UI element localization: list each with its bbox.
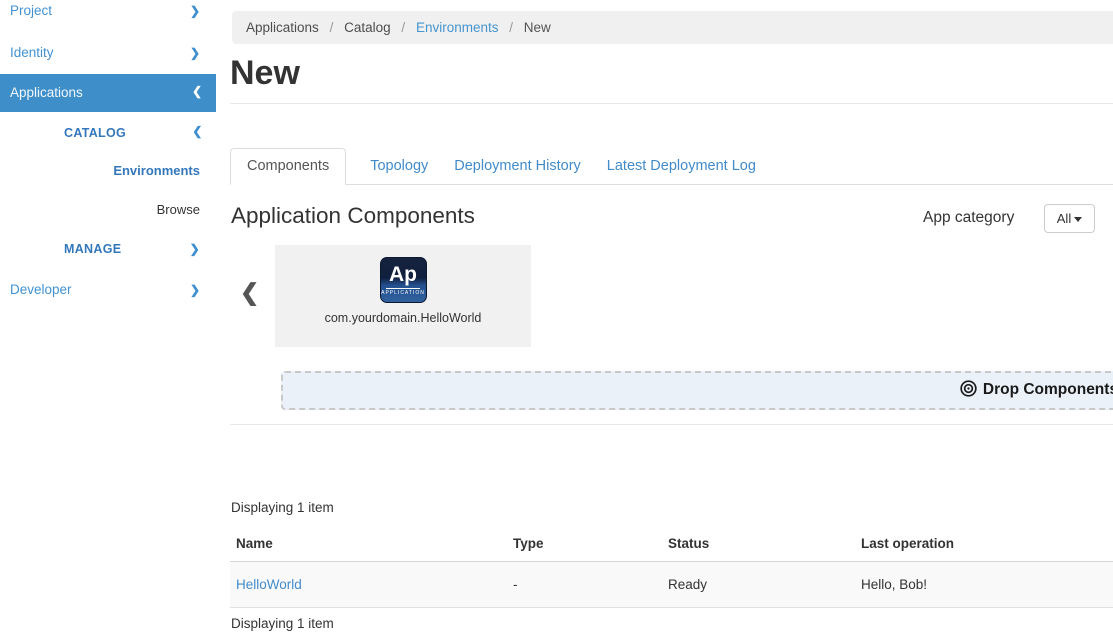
drop-target-icon [960,380,977,397]
breadcrumb-applications: Applications [246,20,319,35]
murano-dashboard-page: Project ❯ Identity ❯ Applications ❯ CATA… [0,0,1113,642]
component-name-link[interactable]: HelloWorld [236,577,302,592]
application-icon-text: Ap [386,262,420,289]
page-title: New [230,56,300,90]
breadcrumb: Applications / Catalog / Environments / … [232,11,1113,44]
tab-topology[interactable]: Topology [357,149,441,184]
chevron-right-icon: ❯ [190,34,200,72]
sidebar-item-label: Project [0,3,52,18]
drop-zone-label: Drop Components here [983,381,1113,398]
chevron-down-icon: ❯ [178,88,216,98]
chevron-right-icon: ❯ [190,271,200,309]
sidebar-item-label: Applications [0,85,83,100]
table-row: HelloWorld - Ready Hello, Bob! [230,562,1113,608]
components-table: Name Type Status Last operation HelloWor… [230,530,1113,608]
sidebar-item-label: Environments [113,163,200,178]
carousel-left-arrow[interactable]: ❮ [240,279,259,306]
sidebar-item-catalog[interactable]: CATALOG ❯ [0,114,216,152]
sidebar-item-label: Developer [0,282,72,297]
column-header-status: Status [662,530,855,562]
sidebar-item-label: CATALOG [0,126,126,140]
breadcrumb-current: New [524,20,551,35]
breadcrumb-separator: / [394,20,412,35]
drop-components-zone[interactable]: Drop Components here [281,371,1113,410]
chevron-down-icon: ❯ [178,128,216,138]
component-status-cell: Ready [662,562,855,608]
component-type-cell: - [507,562,662,608]
section-divider [230,424,1113,425]
app-component-name: com.yourdomain.HelloWorld [275,311,531,325]
main-content: Applications / Catalog / Environments / … [230,0,1113,642]
column-header-type: Type [507,530,662,562]
sidebar-item-environments[interactable]: Environments [0,152,216,190]
sidebar-item-identity[interactable]: Identity ❯ [0,34,216,72]
breadcrumb-catalog: Catalog [344,20,391,35]
sidebar-item-developer[interactable]: Developer ❯ [0,271,216,309]
tab-bar: Components Topology Deployment History L… [230,147,1113,185]
title-divider [230,103,1113,104]
app-category-dropdown[interactable]: All [1044,204,1095,233]
component-last-operation-cell: Hello, Bob! [855,562,1113,608]
table-header-row: Name Type Status Last operation [230,530,1113,562]
app-component-tile[interactable]: Ap APPLICATION com.yourdomain.HelloWorld [275,245,531,347]
chevron-right-icon: ❯ [190,230,200,268]
tab-components[interactable]: Components [230,148,346,185]
column-header-last-operation: Last operation [855,530,1113,562]
table-count-bottom: Displaying 1 item [231,616,334,631]
sidebar-item-label: Browse [157,202,200,217]
sidebar-item-project[interactable]: Project ❯ [0,0,216,30]
tab-latest-deployment-log[interactable]: Latest Deployment Log [594,149,769,184]
sidebar-item-label: Identity [0,45,54,60]
chevron-right-icon: ❯ [190,0,200,30]
sidebar-item-browse[interactable]: Browse [0,191,216,229]
app-category-label: App category [923,209,1014,227]
sidebar: Project ❯ Identity ❯ Applications ❯ CATA… [0,0,216,642]
app-category-value: All [1057,211,1071,226]
caret-down-icon [1074,217,1082,222]
sidebar-item-manage[interactable]: MANAGE ❯ [0,230,216,268]
sidebar-item-applications[interactable]: Applications ❯ [0,74,216,112]
application-icon-subtext: APPLICATION [381,290,426,297]
column-header-name: Name [230,530,507,562]
tab-deployment-history[interactable]: Deployment History [441,149,594,184]
application-icon: Ap APPLICATION [380,257,427,303]
breadcrumb-separator: / [323,20,341,35]
breadcrumb-environments-link[interactable]: Environments [416,20,499,35]
breadcrumb-separator: / [502,20,520,35]
section-title: Application Components [231,203,475,229]
table-count-top: Displaying 1 item [231,500,334,515]
sidebar-item-label: MANAGE [0,242,121,256]
